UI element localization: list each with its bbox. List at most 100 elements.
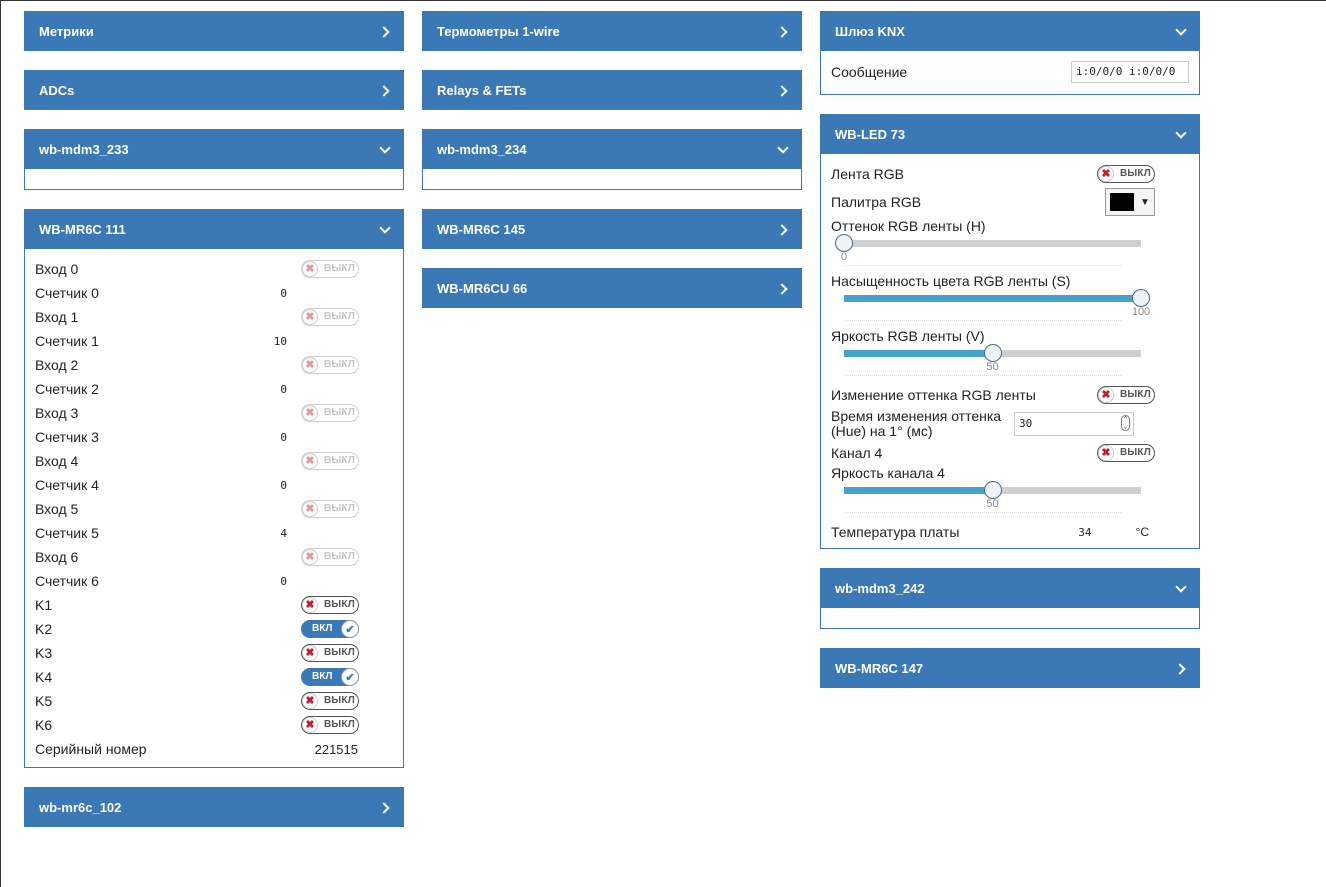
divider <box>844 375 1121 376</box>
close-icon: ✖ <box>305 406 315 419</box>
row-label: Вход 1 <box>35 309 79 325</box>
rgb-palette-label: Палитра RGB <box>831 194 922 210</box>
hue-slider-thumb[interactable] <box>835 234 853 252</box>
divider <box>844 512 1121 513</box>
list-item: Вход 0 ✖ ВЫКЛ <box>35 257 393 281</box>
counter-value: 0 <box>280 430 287 444</box>
panel-header-mdm3-234[interactable]: wb-mdm3_234 <box>422 129 802 169</box>
saturation-slider-thumb[interactable] <box>1132 289 1150 307</box>
list-item: Вход 4 ✖ ВЫКЛ <box>35 449 393 473</box>
toggle-switch[interactable]: ✖ ВЫКЛ <box>301 596 359 614</box>
toggle-switch[interactable]: ✖ ВЫКЛ <box>301 644 359 662</box>
panel-header-adcs[interactable]: ADCs <box>24 70 404 110</box>
panel-title: Метрики <box>39 23 94 39</box>
switch-text: ВЫКЛ <box>324 407 355 418</box>
panel-header-mr6c-145[interactable]: WB-MR6C 145 <box>422 209 802 249</box>
chevron-down-icon <box>1176 27 1185 36</box>
chevron-right-icon <box>778 284 787 293</box>
toggle-switch[interactable]: ✔ ВКЛ <box>301 668 359 686</box>
chevron-right-icon <box>778 225 787 234</box>
close-icon: ✖ <box>305 310 315 323</box>
row-label: Вход 0 <box>35 261 79 277</box>
panel-header-mr6c-147[interactable]: WB-MR6C 147 <box>820 648 1200 688</box>
counter-value: 0 <box>280 574 287 588</box>
brightness-slider-thumb[interactable] <box>983 344 1002 362</box>
panel-title: ADCs <box>39 82 75 98</box>
panel-mdm3-242: wb-mdm3_242 <box>820 568 1200 629</box>
switch-knob: ✖ <box>302 261 318 277</box>
panel-header-led-73[interactable]: WB-LED 73 <box>820 114 1200 154</box>
saturation-slider-track[interactable] <box>844 289 1150 307</box>
spinner-icon[interactable]: ⌃ ⌄ <box>1121 415 1130 431</box>
panel-header-metrics[interactable]: Метрики <box>24 11 404 51</box>
toggle-switch: ✖ ВЫКЛ <box>301 356 359 374</box>
toggle-switch: ✖ ВЫКЛ <box>301 260 359 278</box>
brightness-slider-track[interactable] <box>844 344 1141 362</box>
panel-body-empty <box>422 169 802 190</box>
switch-knob: ✖ <box>302 717 318 733</box>
hue-time-label-line1: Время изменения оттенка <box>831 408 1002 424</box>
switch-text: ВЫКЛ <box>324 311 355 322</box>
hue-slider-track[interactable] <box>835 234 1141 252</box>
panel-header-knx[interactable]: Шлюз KNX <box>820 11 1200 51</box>
switch-text: ВЫКЛ <box>324 695 355 706</box>
panel-header-mdm3-242[interactable]: wb-mdm3_242 <box>820 568 1200 608</box>
check-icon: ✔ <box>345 671 355 684</box>
toggle-switch[interactable]: ✔ ВКЛ <box>301 620 359 638</box>
close-icon: ✖ <box>1101 167 1111 180</box>
list-item: K1 ✖ ВЫКЛ <box>35 593 393 617</box>
rgb-strip-row: Лента RGB ✖ ВЫКЛ <box>831 162 1189 186</box>
panel-title: wb-mdm3_234 <box>437 141 527 157</box>
hue-change-switch[interactable]: ✖ ВЫКЛ <box>1097 386 1155 404</box>
close-icon: ✖ <box>305 694 315 707</box>
list-item: Счетчик 0 0 <box>35 281 393 305</box>
hue-change-row: Изменение оттенка RGB ленты ✖ ВЫКЛ <box>831 383 1189 407</box>
panel-header-mr6cu-66[interactable]: WB-MR6CU 66 <box>422 268 802 308</box>
row-label: Счетчик 1 <box>35 333 99 349</box>
switch-knob: ✖ <box>302 645 318 661</box>
switch-text: ВЫКЛ <box>324 719 355 730</box>
column-3: Шлюз KNX Сообщение i:0/0/0 i:0/0/0 WB-LE… <box>820 11 1200 707</box>
channel4-slider-track[interactable] <box>844 481 1141 499</box>
list-item: Счетчик 2 0 <box>35 377 393 401</box>
switch-knob: ✖ <box>302 405 318 421</box>
panel-header-mdm3-233[interactable]: wb-mdm3_233 <box>24 129 404 169</box>
toggle-switch[interactable]: ✖ ВЫКЛ <box>301 692 359 710</box>
row-label: Вход 2 <box>35 357 79 373</box>
panel-header-mr6c-111[interactable]: WB-MR6C 111 <box>24 209 404 249</box>
channel4-slider-thumb[interactable] <box>983 481 1002 499</box>
check-icon: ✔ <box>345 623 355 636</box>
knx-message-input[interactable]: i:0/0/0 i:0/0/0 <box>1071 61 1189 83</box>
panel-led-73: WB-LED 73 Лента RGB ✖ ВЫКЛ Палитра RGB ▼… <box>820 114 1200 549</box>
panel-title: Шлюз KNX <box>835 23 905 39</box>
rgb-palette-picker[interactable]: ▼ <box>1105 188 1155 216</box>
toggle-switch[interactable]: ✖ ВЫКЛ <box>301 716 359 734</box>
rgb-strip-switch[interactable]: ✖ ВЫКЛ <box>1097 165 1155 183</box>
panel-title: WB-MR6CU 66 <box>437 280 528 296</box>
list-item: K6 ✖ ВЫКЛ <box>35 713 393 737</box>
brightness-slider-fill <box>844 350 993 357</box>
panel-header-relays[interactable]: Relays & FETs <box>422 70 802 110</box>
list-item: Вход 1 ✖ ВЫКЛ <box>35 305 393 329</box>
channel4-row: Канал 4 ✖ ВЫКЛ <box>831 441 1189 465</box>
close-icon: ✖ <box>305 454 315 467</box>
switch-knob: ✔ <box>341 668 359 686</box>
chevron-right-icon <box>380 27 389 36</box>
hue-time-input[interactable]: 30 ⌃ ⌄ <box>1014 412 1134 436</box>
panel-title: WB-MR6C 111 <box>39 221 126 237</box>
channel4-label: Канал 4 <box>831 445 883 461</box>
channel4-switch[interactable]: ✖ ВЫКЛ <box>1097 444 1155 462</box>
list-item: Вход 3 ✖ ВЫКЛ <box>35 401 393 425</box>
switch-text: ВКЛ <box>312 623 333 634</box>
divider <box>844 265 1121 266</box>
panel-header-thermometers[interactable]: Термометры 1-wire <box>422 11 802 51</box>
switch-text: ВЫКЛ <box>324 359 355 370</box>
row-label: Счетчик 3 <box>35 429 99 445</box>
row-label: Счетчик 5 <box>35 525 99 541</box>
knx-message-row: Сообщение i:0/0/0 i:0/0/0 <box>831 60 1189 84</box>
close-icon: ✖ <box>305 598 315 611</box>
chevron-right-icon <box>380 803 389 812</box>
row-label: Вход 3 <box>35 405 79 421</box>
panel-header-mr6c-102[interactable]: wb-mr6c_102 <box>24 787 404 827</box>
list-item: Счетчик 1 10 <box>35 329 393 353</box>
